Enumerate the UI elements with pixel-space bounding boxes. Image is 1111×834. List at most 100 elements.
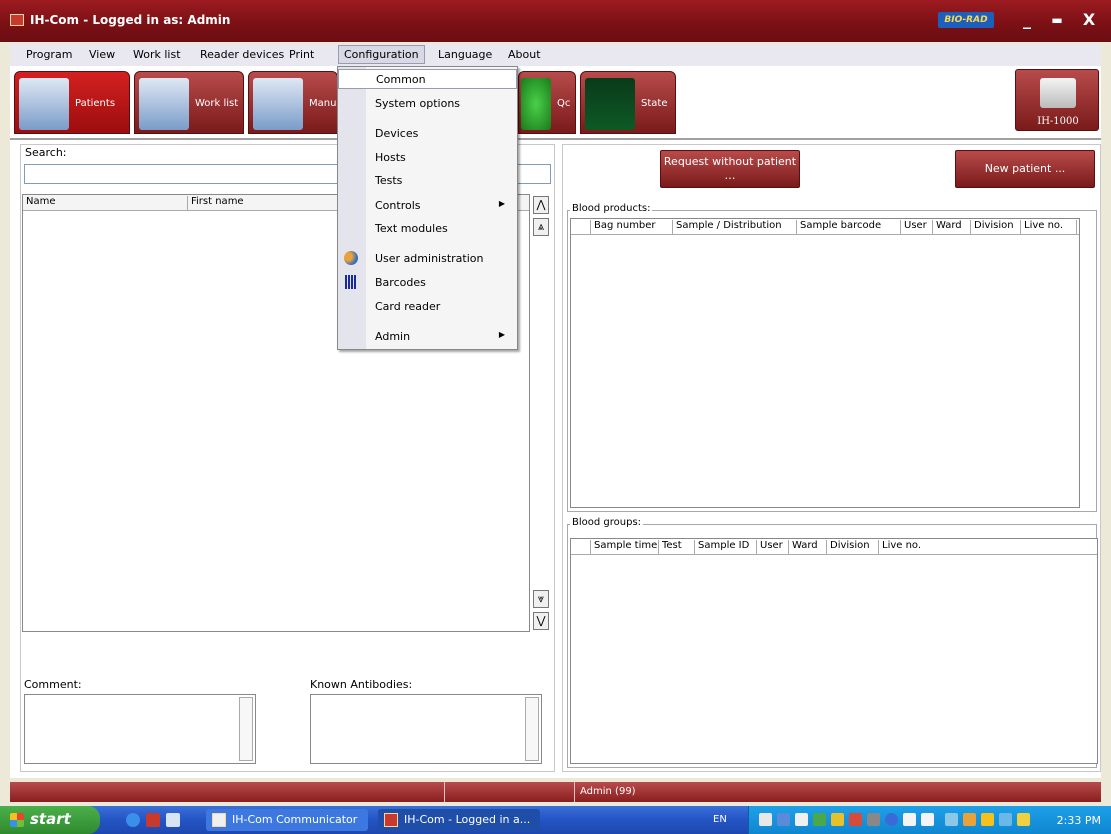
menu-item-card-reader[interactable]: Card reader <box>338 296 517 318</box>
status-bar: Admin (99) <box>10 782 1101 802</box>
blood-products-table[interactable]: Bag number Sample / Distribution Sample … <box>570 218 1080 508</box>
scroll-top-button[interactable]: ⋀ <box>533 196 549 214</box>
tab-manual-label: Manu <box>309 98 337 109</box>
tray-icon[interactable] <box>999 813 1012 826</box>
col-blank <box>571 220 591 234</box>
status-segment <box>10 782 445 802</box>
device-ih1000-button[interactable]: IH-1000 <box>1015 69 1099 131</box>
new-patient-button[interactable]: New patient ... <box>955 150 1095 188</box>
menu-item-controls-label: Controls <box>375 199 421 212</box>
col-first-name[interactable]: First name <box>188 196 338 210</box>
col-ward[interactable]: Ward <box>933 220 971 234</box>
tray-icon[interactable] <box>981 813 994 826</box>
window-title: IH-Com - Logged in as: Admin <box>30 13 231 27</box>
blood-groups-table[interactable]: Sample time Test Sample ID User Ward Div… <box>570 538 1098 764</box>
maximize-button[interactable]: ▬ <box>1046 10 1068 30</box>
comment-scrollbar[interactable] <box>239 697 253 761</box>
menu-language[interactable]: Language <box>438 48 492 61</box>
qc-icon <box>521 78 551 130</box>
start-label: start <box>30 810 71 828</box>
menu-configuration[interactable]: Configuration <box>338 45 425 64</box>
windows-logo-icon <box>10 813 24 827</box>
tab-manual[interactable]: Manu <box>248 71 338 134</box>
col-division-2[interactable]: Division <box>827 540 879 554</box>
menu-item-tests[interactable]: Tests <box>338 170 517 192</box>
desktop-icon[interactable] <box>166 813 180 827</box>
col-test[interactable]: Test <box>659 540 695 554</box>
menu-about[interactable]: About <box>508 48 541 61</box>
tray-volume-icon[interactable] <box>867 813 880 826</box>
tray-icon[interactable] <box>795 813 808 826</box>
menu-item-text-modules-label: Text modules <box>375 222 448 235</box>
menu-item-hosts[interactable]: Hosts <box>338 147 517 169</box>
patients-icon <box>19 78 69 130</box>
tab-qc[interactable]: Qc <box>518 71 576 134</box>
scroll-page-up-button[interactable]: ⩓ <box>533 218 549 236</box>
menu-work-list[interactable]: Work list <box>133 48 181 61</box>
col-division[interactable]: Division <box>971 220 1021 234</box>
tray-icon[interactable] <box>813 813 826 826</box>
scroll-page-down-button[interactable]: ⩔ <box>533 590 549 608</box>
menu-item-text-modules[interactable]: Text modules <box>338 218 517 240</box>
tab-qc-label: Qc <box>557 98 571 109</box>
known-antibodies-label: Known Antibodies: <box>310 678 413 691</box>
col-name[interactable]: Name <box>23 196 188 210</box>
tray-icon[interactable] <box>903 813 916 826</box>
close-button[interactable]: X <box>1078 10 1100 30</box>
tray-icon[interactable] <box>885 813 898 826</box>
tray-icon[interactable] <box>849 813 862 826</box>
menu-item-admin[interactable]: Admin ▶ <box>338 326 517 348</box>
taskbar-item-ihcom[interactable]: IH-Com - Logged in a... <box>378 809 540 831</box>
tab-worklist-label: Work list <box>195 98 239 109</box>
menu-item-devices[interactable]: Devices <box>338 123 517 145</box>
menu-item-card-reader-label: Card reader <box>375 300 441 313</box>
tab-divider <box>10 138 1101 140</box>
menu-item-barcodes[interactable]: Barcodes <box>338 272 517 294</box>
request-without-patient-button[interactable]: Request without patient … <box>660 150 800 188</box>
col-user[interactable]: User <box>901 220 933 234</box>
menu-reader-devices[interactable]: Reader devices <box>200 48 284 61</box>
antibodies-scrollbar[interactable] <box>525 697 539 761</box>
menu-print[interactable]: Print <box>289 48 314 61</box>
known-antibodies-textarea[interactable] <box>310 694 542 764</box>
col-bag-number[interactable]: Bag number <box>591 220 673 234</box>
comment-textarea[interactable] <box>24 694 256 764</box>
title-bar: IH-Com - Logged in as: Admin BIO-RAD _ ▬… <box>0 0 1111 42</box>
menu-item-controls[interactable]: Controls ▶ <box>338 195 517 217</box>
col-sample-distribution[interactable]: Sample / Distribution <box>673 220 797 234</box>
minimize-button[interactable]: _ <box>1016 10 1038 30</box>
col-live-no-2[interactable]: Live no. <box>879 540 939 554</box>
scroll-bottom-button[interactable]: ⋁ <box>533 612 549 630</box>
blood-groups-header: Sample time Test Sample ID User Ward Div… <box>571 539 1097 555</box>
tray-icon[interactable] <box>777 813 790 826</box>
tray-icon[interactable] <box>831 813 844 826</box>
taskbar-item-communicator[interactable]: IH-Com Communicator <box>206 809 368 831</box>
tab-worklist[interactable]: Work list <box>134 71 244 134</box>
menu-view[interactable]: View <box>89 48 115 61</box>
menu-program[interactable]: Program <box>26 48 72 61</box>
col-live-no[interactable]: Live no. <box>1021 220 1077 234</box>
col-sample-time[interactable]: Sample time <box>591 540 659 554</box>
tray-icon[interactable] <box>963 813 976 826</box>
clock: 2:33 PM <box>1056 814 1101 827</box>
tab-patients[interactable]: Patients <box>14 71 130 134</box>
menu-item-common[interactable]: Common <box>338 69 517 89</box>
tray-icon[interactable] <box>921 813 934 826</box>
menu-item-user-administration[interactable]: User administration <box>338 248 517 270</box>
ihcom-quicklaunch-icon[interactable] <box>146 813 160 827</box>
start-button[interactable]: start <box>0 806 100 834</box>
tray-network-icon[interactable] <box>759 813 772 826</box>
col-sample-barcode[interactable]: Sample barcode <box>797 220 901 234</box>
col-user-2[interactable]: User <box>757 540 789 554</box>
col-sample-id[interactable]: Sample ID <box>695 540 757 554</box>
col-ward-2[interactable]: Ward <box>789 540 827 554</box>
tray-icon[interactable] <box>1017 813 1030 826</box>
tray-icon[interactable] <box>945 813 958 826</box>
menu-item-system-options[interactable]: System options <box>338 93 517 115</box>
app-icon <box>10 14 24 26</box>
tab-state[interactable]: State <box>580 71 676 134</box>
ie-icon[interactable] <box>126 813 140 827</box>
language-indicator[interactable]: EN <box>713 814 727 825</box>
comment-label: Comment: <box>24 678 82 691</box>
system-tray: EN 2:33 PM <box>713 806 1111 834</box>
